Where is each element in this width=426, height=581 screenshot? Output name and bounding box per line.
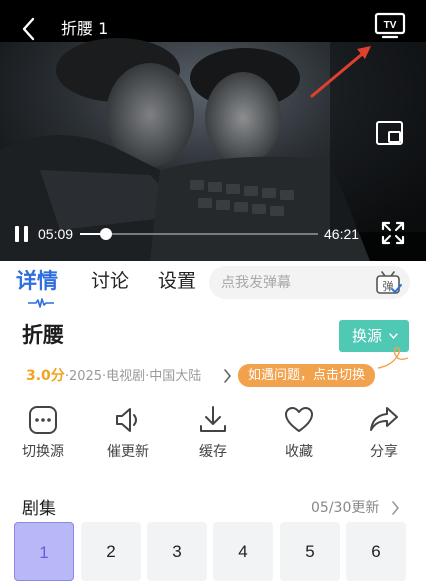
video-title: 折腰 1 (61, 19, 109, 38)
action-favorite[interactable]: 收藏 (256, 402, 342, 466)
action-label: 分享 (370, 444, 398, 460)
active-tab-wave-indicator (28, 298, 54, 308)
picture-in-picture-icon[interactable] (375, 119, 405, 147)
pause-icon[interactable] (12, 224, 32, 244)
player-top-bar: 折腰 1 TV (0, 0, 426, 56)
tab-discussion[interactable]: 讨论 (91, 267, 129, 295)
speaker-icon (116, 408, 137, 432)
danmu-input-box[interactable]: 弹 (209, 266, 410, 299)
action-label: 缓存 (199, 444, 227, 460)
action-label: 收藏 (285, 444, 313, 460)
show-title: 折腰 (22, 323, 64, 347)
episodes-update-status[interactable]: 05/30更新 (311, 497, 379, 519)
action-label: 催更新 (107, 444, 149, 460)
switch-source-icon (29, 406, 57, 434)
episode-item[interactable]: 5 (280, 522, 340, 581)
episode-item[interactable]: 6 (346, 522, 406, 581)
chevron-right-icon[interactable] (391, 501, 400, 515)
tab-settings[interactable]: 设置 (158, 267, 196, 295)
danmu-input[interactable] (221, 266, 371, 299)
episode-item[interactable]: 2 (81, 522, 141, 581)
action-request-update[interactable]: 催更新 (85, 402, 171, 466)
action-share[interactable]: 分享 (341, 402, 426, 466)
action-switch-source[interactable]: 切换源 (0, 402, 86, 466)
action-label: 切换源 (22, 444, 64, 460)
action-bar: 切换源 催更新 缓存 收藏 分享 (0, 402, 426, 466)
progress-bar[interactable] (80, 228, 318, 240)
fullscreen-icon[interactable] (380, 220, 406, 246)
svg-text:TV: TV (384, 20, 397, 31)
episode-list: 1 2 3 4 5 6 (14, 522, 426, 581)
action-download[interactable]: 缓存 (170, 402, 256, 466)
download-icon (200, 406, 226, 432)
player-controls: 05:09 46:21 (0, 214, 426, 254)
video-player[interactable]: 折腰 1 TV 05:09 46:21 (0, 0, 426, 261)
episode-item[interactable]: 3 (147, 522, 207, 581)
tab-details[interactable]: 详情 (16, 267, 58, 295)
progress-thumb[interactable] (100, 228, 113, 240)
tv-cast-icon[interactable]: TV (374, 12, 406, 40)
show-meta: 3.0分·2025·电视剧·中国大陆 (26, 366, 201, 387)
episode-item[interactable]: 4 (213, 522, 273, 581)
chevron-right-icon[interactable] (223, 369, 232, 383)
heart-icon (285, 407, 313, 432)
current-time: 05:09 (38, 226, 74, 242)
episode-item[interactable]: 1 (14, 522, 74, 581)
switch-source-label: 换源 (352, 327, 383, 345)
chevron-down-icon (389, 333, 398, 339)
danmu-toggle-icon[interactable]: 弹 (374, 269, 402, 296)
total-time: 46:21 (324, 226, 360, 242)
episodes-header: 剧集 (22, 499, 56, 519)
show-meta-text: ·2025·电视剧·中国大陆 (64, 369, 202, 384)
show-score: 3.0分 (26, 368, 65, 384)
switch-source-button[interactable]: 换源 (339, 320, 409, 352)
problem-tip-badge[interactable]: 如遇问题，点击切换 (238, 364, 376, 387)
share-icon (370, 407, 398, 431)
danmu-icon-text: 弹 (383, 279, 394, 293)
back-arrow-icon[interactable] (14, 14, 44, 44)
